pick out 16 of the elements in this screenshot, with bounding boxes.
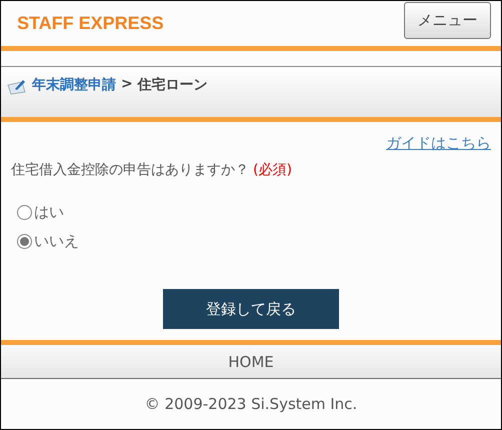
breadcrumb-current: 住宅ローン xyxy=(138,76,208,94)
radio-option[interactable]: いいえ xyxy=(17,232,79,251)
submit-button[interactable]: 登録して戻る xyxy=(163,289,339,329)
question-text: 住宅借入金控除の申告はありますか？ xyxy=(11,161,249,179)
radio-option[interactable]: はい xyxy=(17,203,64,222)
radio-button[interactable] xyxy=(17,234,32,249)
radio-button[interactable] xyxy=(17,205,32,220)
logo: STAFF EXPRESS xyxy=(17,13,164,34)
required-label: (必須) xyxy=(253,161,292,179)
menu-button[interactable]: メニュー xyxy=(404,2,491,39)
breadcrumb-link[interactable]: 年末調整申請 xyxy=(32,76,116,94)
breadcrumb-separator: > xyxy=(121,76,133,92)
memo-icon xyxy=(7,79,27,95)
copyright-text: © 2009-2023 Si.System Inc. xyxy=(144,395,358,413)
home-link[interactable]: HOME xyxy=(228,352,274,370)
guide-link[interactable]: ガイドはこちら xyxy=(386,134,491,153)
